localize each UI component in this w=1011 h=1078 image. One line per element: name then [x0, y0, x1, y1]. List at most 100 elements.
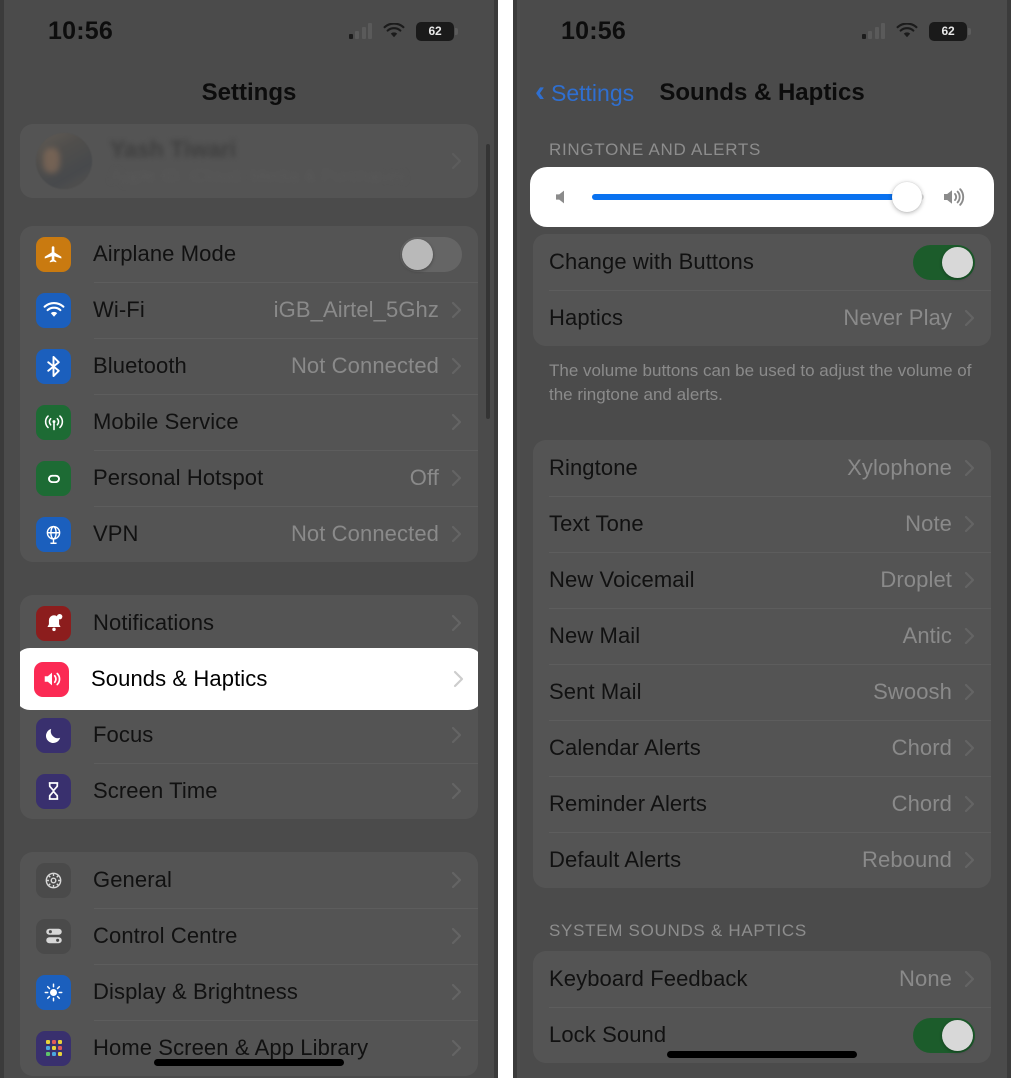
- sidebar-item-notifications[interactable]: Notifications: [20, 595, 478, 651]
- lock-sound-toggle[interactable]: [913, 1017, 975, 1053]
- sidebar-item-display-and-brightness[interactable]: Display & Brightness: [20, 964, 478, 1020]
- scroll-indicator[interactable]: [486, 144, 490, 419]
- status-bar-right: 10:56 62: [513, 0, 1011, 62]
- cellular-signal-icon: [861, 23, 885, 39]
- row-haptics[interactable]: Haptics Never Play: [533, 290, 991, 346]
- row-label: Sent Mail: [549, 679, 642, 705]
- volume-slider-knob[interactable]: [892, 182, 923, 212]
- battery-percent-label: 62: [941, 24, 955, 38]
- back-button[interactable]: ‹ Settings: [535, 77, 635, 107]
- profile-subtitle: Apple ID, iCloud, Media & Purchases: [110, 165, 407, 186]
- row-value: Antic: [902, 623, 952, 649]
- wifi-icon: [383, 23, 405, 39]
- row-ringtone[interactable]: Ringtone Xylophone: [533, 440, 991, 496]
- row-sent-mail[interactable]: Sent Mail Swoosh: [533, 664, 991, 720]
- battery-icon: 62: [416, 21, 458, 41]
- chevron-right-icon: [451, 301, 462, 319]
- system-sounds-group: Keyboard Feedback None Lock Sound: [533, 951, 991, 1064]
- sidebar-item-label: Screen Time: [93, 778, 218, 803]
- row-new-voicemail[interactable]: New Voicemail Droplet: [533, 552, 991, 608]
- page-title: Sounds & Haptics: [659, 79, 865, 106]
- chevron-right-icon: [451, 782, 462, 800]
- row-new-mail[interactable]: New Mail Antic: [533, 608, 991, 664]
- app-grid-icon: [36, 1030, 71, 1066]
- sidebar-item-mobile-service[interactable]: Mobile Service: [20, 394, 478, 450]
- back-button-label: Settings: [551, 79, 635, 106]
- chevron-right-icon: [964, 309, 975, 327]
- row-value: Note: [905, 511, 952, 537]
- row-label: Lock Sound: [549, 1022, 667, 1048]
- control-centre-icon: [36, 918, 71, 954]
- ringtone-volume-slider-row[interactable]: [533, 170, 991, 224]
- chevron-right-icon: [451, 1039, 462, 1057]
- chevron-right-icon: [964, 795, 975, 813]
- row-label: New Voicemail: [549, 567, 695, 593]
- home-indicator: [154, 1059, 344, 1066]
- chevron-right-icon: [451, 726, 462, 744]
- battery-percent-label: 62: [428, 24, 442, 38]
- left-scroll-area[interactable]: Yash Tiwari Apple ID, iCloud, Media & Pu…: [0, 124, 498, 1076]
- sidebar-item-label: Personal Hotspot: [93, 465, 264, 490]
- chevron-right-icon: [964, 515, 975, 533]
- sidebar-item-screen-time[interactable]: Screen Time: [20, 763, 478, 819]
- sidebar-item-home-screen-and-app-library[interactable]: Home Screen & App Library: [20, 1020, 478, 1076]
- change-with-buttons-toggle[interactable]: [913, 244, 975, 280]
- chevron-right-icon: [451, 983, 462, 1001]
- left-phone-settings-screen: 10:56 62 Settings Yash Tiwari Apple ID, …: [0, 0, 498, 1078]
- volume-slider-fill: [592, 194, 908, 200]
- right-phone-sounds-haptics-screen: 10:56 62 ‹ Settings Sounds & Haptics RIN…: [513, 0, 1011, 1078]
- moon-icon: [36, 717, 71, 753]
- airplane-icon: [36, 236, 71, 272]
- system-group: General Control Centre Display & Brightn…: [20, 852, 478, 1076]
- sidebar-item-focus[interactable]: Focus: [20, 707, 478, 763]
- chevron-right-icon: [964, 571, 975, 589]
- hotspot-icon: [36, 460, 71, 496]
- section-footer-volume-help: The volume buttons can be used to adjust…: [549, 361, 972, 405]
- panel-gap: [498, 0, 513, 1078]
- row-keyboard-feedback[interactable]: Keyboard Feedback None: [533, 951, 991, 1007]
- row-text-tone[interactable]: Text Tone Note: [533, 496, 991, 552]
- profile-group: Yash Tiwari Apple ID, iCloud, Media & Pu…: [20, 124, 478, 198]
- globe-icon: [36, 516, 71, 552]
- row-calendar-alerts[interactable]: Calendar Alerts Chord: [533, 720, 991, 776]
- apple-id-profile-row[interactable]: Yash Tiwari Apple ID, iCloud, Media & Pu…: [20, 124, 478, 198]
- row-value: Never Play: [843, 305, 952, 330]
- sidebar-item-label: Display & Brightness: [93, 979, 298, 1004]
- battery-icon: 62: [929, 21, 971, 41]
- row-reminder-alerts[interactable]: Reminder Alerts Chord: [533, 776, 991, 832]
- screenshot-stage: 10:56 62 Settings Yash Tiwari Apple ID, …: [0, 0, 1011, 1078]
- wifi-icon: [36, 292, 71, 328]
- sidebar-item-label: VPN: [93, 521, 139, 546]
- sidebar-item-label: Focus: [93, 722, 154, 747]
- airplane-mode-toggle[interactable]: [400, 236, 462, 272]
- status-bar-time: 10:56: [48, 16, 113, 45]
- sidebar-item-label: Sounds & Haptics: [91, 666, 268, 691]
- sidebar-item-general[interactable]: General: [20, 852, 478, 908]
- sidebar-item-vpn[interactable]: VPN Not Connected: [20, 506, 478, 562]
- sidebar-item-value: Not Connected: [290, 521, 439, 546]
- bluetooth-icon: [36, 348, 71, 384]
- sidebar-item-personal-hotspot[interactable]: Personal Hotspot Off: [20, 450, 478, 506]
- chevron-right-icon: [451, 927, 462, 945]
- sidebar-item-control-centre[interactable]: Control Centre: [20, 908, 478, 964]
- row-label: Text Tone: [549, 511, 644, 537]
- bell-icon: [36, 605, 71, 641]
- row-default-alerts[interactable]: Default Alerts Rebound: [533, 832, 991, 888]
- status-bar-indicators: 62: [348, 21, 458, 41]
- row-label: Change with Buttons: [549, 249, 754, 274]
- row-label: New Mail: [549, 623, 641, 649]
- sidebar-item-bluetooth[interactable]: Bluetooth Not Connected: [20, 338, 478, 394]
- chevron-right-icon: [451, 357, 462, 375]
- sidebar-item-airplane-mode[interactable]: Airplane Mode: [20, 226, 478, 282]
- volume-slider-track[interactable]: [592, 182, 924, 212]
- sidebar-item-sounds-and-haptics[interactable]: Sounds & Haptics: [20, 651, 478, 707]
- antenna-icon: [36, 404, 71, 440]
- sidebar-item-label: Wi-Fi: [93, 297, 145, 322]
- chevron-right-icon: [964, 459, 975, 477]
- right-scroll-area[interactable]: RINGTONE AND ALERTS Change with Buttons: [513, 140, 1011, 1064]
- sidebar-item-wifi[interactable]: Wi-Fi iGB_Airtel_5Ghz: [20, 282, 478, 338]
- sidebar-item-value: Not Connected: [290, 353, 439, 378]
- row-change-with-buttons[interactable]: Change with Buttons: [533, 234, 991, 290]
- speaker-high-icon: [942, 187, 970, 207]
- row-value: Xylophone: [847, 455, 952, 481]
